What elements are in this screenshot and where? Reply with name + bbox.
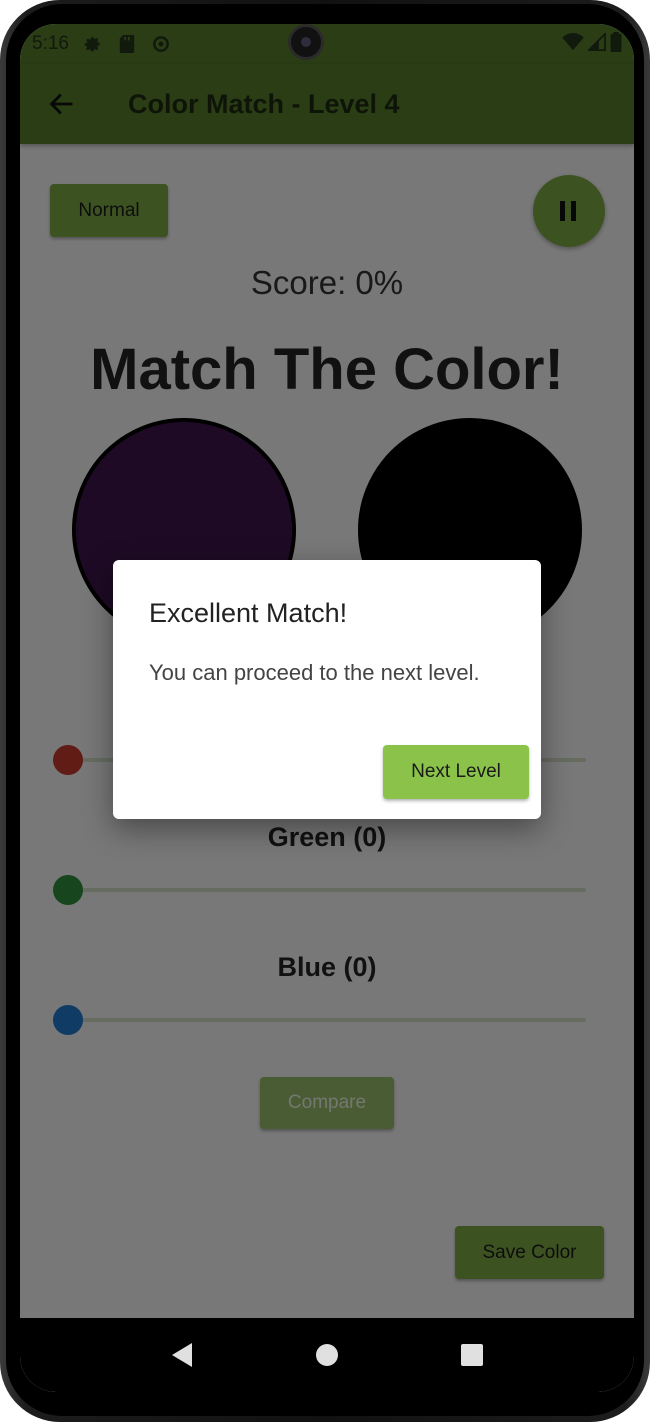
nav-recents-button[interactable] (452, 1335, 492, 1375)
device-bezel: 5:16 (6, 4, 644, 1416)
dialog-title: Excellent Match! (149, 598, 348, 628)
nav-back-button[interactable] (162, 1335, 202, 1375)
nav-home-button[interactable] (307, 1335, 347, 1375)
device-frame: 5:16 (0, 0, 650, 1422)
nav-back-icon (172, 1343, 193, 1367)
next-level-button[interactable]: Next Level (383, 745, 529, 799)
system-nav-bar (20, 1318, 634, 1392)
nav-recents-icon (460, 1344, 483, 1366)
nav-home-icon (315, 1344, 338, 1366)
dialog-message: You can proceed to the next level. (149, 660, 480, 685)
screen: 5:16 (20, 24, 634, 1392)
front-camera (288, 24, 324, 60)
result-dialog: Excellent Match! You can proceed to the … (113, 560, 541, 819)
